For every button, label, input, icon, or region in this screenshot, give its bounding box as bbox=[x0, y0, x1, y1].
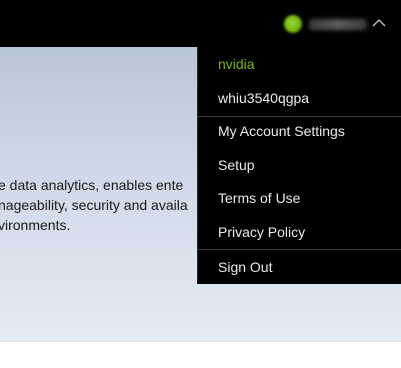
username-redacted bbox=[309, 18, 367, 30]
user-dropdown-menu: nvidia whiu3540qgpa My Account Settings … bbox=[197, 47, 401, 284]
menu-divider bbox=[198, 116, 401, 117]
menu-item-privacy-policy[interactable]: Privacy Policy bbox=[218, 223, 305, 241]
org-name: nvidia bbox=[218, 56, 255, 72]
menu-item-setup[interactable]: Setup bbox=[218, 156, 255, 174]
content-area bbox=[0, 341, 401, 368]
top-navigation-bar bbox=[0, 0, 401, 47]
chevron-up-icon[interactable] bbox=[371, 15, 387, 31]
user-avatar-icon bbox=[284, 15, 302, 33]
menu-item-terms-of-use[interactable]: Terms of Use bbox=[218, 189, 300, 207]
menu-item-my-account-settings[interactable]: My Account Settings bbox=[218, 122, 345, 140]
user-menu-trigger[interactable] bbox=[284, 12, 367, 36]
sign-out-button[interactable]: Sign Out bbox=[218, 258, 272, 276]
account-id: whiu3540qgpa bbox=[218, 90, 310, 106]
menu-divider bbox=[198, 249, 401, 250]
